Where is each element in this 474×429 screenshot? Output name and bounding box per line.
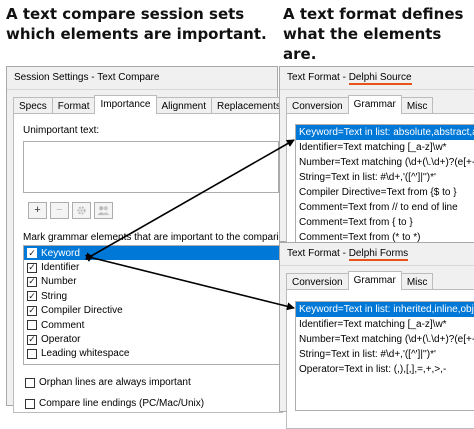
gear-icon[interactable]: [72, 202, 91, 219]
format2-grammar-list: Keyword=Text in list: inherited,inline,o…: [295, 301, 474, 411]
tab-importance[interactable]: Importance: [94, 95, 157, 114]
orphan-lines-label: Orphan lines are always important: [39, 377, 191, 388]
users-icon[interactable]: [94, 202, 113, 219]
format2-tab-conversion[interactable]: Conversion: [286, 273, 349, 290]
grammar-element-checkbox[interactable]: ✓: [27, 291, 37, 302]
tab-specs[interactable]: Specs: [13, 97, 53, 114]
add-button[interactable]: +: [28, 202, 47, 219]
grammar-rule-row[interactable]: Compiler Directive=Text from {$ to }: [296, 185, 474, 200]
grammar-element-item[interactable]: ✓ String: [24, 289, 292, 303]
grammar-element-label: Number: [41, 276, 77, 288]
grammar-element-label: Keyword: [41, 247, 80, 259]
tab-format[interactable]: Format: [51, 97, 96, 114]
grammar-rule-row[interactable]: Keyword=Text in list: absolute,abstract,…: [296, 125, 474, 140]
format1-tab-conversion[interactable]: Conversion: [286, 97, 349, 114]
caption-left: A text compare session sets which elemen…: [6, 5, 267, 43]
tab-alignment[interactable]: Alignment: [155, 97, 212, 114]
format2-title-name: Delphi Forms: [348, 248, 409, 261]
grammar-rule-row[interactable]: Comment=Text from // to end of line: [296, 200, 474, 215]
text-format-window-source: Text Format - Delphi Source Conversion G…: [279, 66, 474, 253]
tab-replacements[interactable]: Replacements: [210, 97, 287, 114]
grammar-element-item[interactable]: ✓ Identifier: [24, 260, 292, 274]
grammar-element-label: Operator: [41, 334, 81, 346]
compare-line-endings-label: Compare line endings (PC/Mac/Unix): [39, 398, 205, 409]
unimportant-text-label: Unimportant text:: [23, 125, 100, 136]
caption-right: A text format defines what the elements …: [283, 5, 464, 63]
unimportant-text-input[interactable]: [23, 141, 279, 193]
grammar-rule-row[interactable]: Identifier=Text matching [_a-z]\w*: [296, 140, 474, 155]
grammar-rule-row[interactable]: Number=Text matching (\d+(\.\d+)?(e[+-]: [296, 332, 474, 347]
session-settings-title: Session Settings - Text Compare: [14, 72, 160, 83]
grammar-rule-row[interactable]: Keyword=Text in list: inherited,inline,o…: [296, 302, 474, 317]
grammar-element-checkbox[interactable]: [27, 348, 37, 359]
format1-title-name: Delphi Source: [348, 72, 412, 85]
grammar-rule-row[interactable]: String=Text in list: #\d+,'([^']|'')*': [296, 170, 474, 185]
grammar-rule-row[interactable]: Comment=Text from { to }: [296, 215, 474, 230]
remove-button[interactable]: −: [50, 202, 69, 219]
grammar-element-checkbox[interactable]: ✓: [27, 276, 37, 287]
format1-tab-grammar[interactable]: Grammar: [347, 95, 402, 114]
grammar-element-item[interactable]: ✓ Keyword: [24, 246, 292, 261]
format2-tab-misc[interactable]: Misc: [400, 273, 434, 290]
grammar-element-checkbox[interactable]: ✓: [27, 305, 37, 316]
grammar-element-checkbox[interactable]: ✓: [27, 248, 37, 259]
text-format-window-forms: Text Format - Delphi Forms Conversion Gr…: [279, 242, 474, 429]
orphan-lines-checkbox[interactable]: [25, 377, 35, 388]
format1-grammar-list: Keyword=Text in list: absolute,abstract,…: [295, 124, 474, 246]
grammar-rule-row[interactable]: Number=Text matching (\d+(\.\d+)?(e[+-]?: [296, 155, 474, 170]
format1-tab-misc[interactable]: Misc: [400, 97, 434, 114]
format2-title-prefix: Text Format -: [287, 248, 349, 259]
grammar-element-item[interactable]: ✓ Compiler Directive: [24, 304, 292, 318]
grammar-element-item[interactable]: Comment: [24, 318, 292, 332]
session-settings-window: Session Settings - Text Compare Specs Fo…: [6, 66, 293, 413]
grammar-element-checkbox[interactable]: ✓: [27, 334, 37, 345]
grammar-rule-row[interactable]: Operator=Text in list: (,),[,],=,+,>,-: [296, 362, 474, 377]
grammar-element-label: Comment: [41, 319, 85, 331]
grammar-element-checkbox[interactable]: [27, 320, 37, 331]
grammar-element-label: Leading whitespace: [41, 348, 130, 360]
compare-line-endings-option[interactable]: Compare line endings (PC/Mac/Unix): [25, 398, 204, 409]
format2-tab-grammar[interactable]: Grammar: [347, 271, 402, 290]
format2-title: Text Format - Delphi Forms: [287, 248, 409, 261]
session-tabs: Specs Format Importance Alignment Replac…: [13, 95, 287, 114]
orphan-lines-option[interactable]: Orphan lines are always important: [25, 377, 191, 388]
grammar-element-checkbox[interactable]: ✓: [27, 262, 37, 273]
grammar-rule-row[interactable]: Identifier=Text matching [_a-z]\w*: [296, 317, 474, 332]
grammar-rule-row[interactable]: String=Text in list: #\d+,'([^']|'')*': [296, 347, 474, 362]
format2-tabs: Conversion Grammar Misc: [286, 271, 434, 290]
compare-line-endings-checkbox[interactable]: [25, 398, 35, 409]
grammar-element-label: String: [41, 290, 68, 302]
grammar-element-item[interactable]: ✓ Operator: [24, 332, 292, 346]
grammar-elements-label: Mark grammar elements that are important…: [23, 232, 279, 243]
grammar-elements-list: ✓ Keyword ✓ Identifier ✓ Number ✓ String ✓ Compil…: [23, 245, 293, 365]
format1-tabs: Conversion Grammar Misc: [286, 95, 434, 114]
format1-title-prefix: Text Format -: [287, 72, 349, 83]
grammar-element-item[interactable]: Leading whitespace: [24, 347, 292, 361]
grammar-element-label: Compiler Directive: [41, 305, 123, 317]
grammar-element-item[interactable]: ✓ Number: [24, 275, 292, 289]
grammar-element-label: Identifier: [41, 262, 80, 274]
format1-title: Text Format - Delphi Source: [287, 72, 412, 85]
